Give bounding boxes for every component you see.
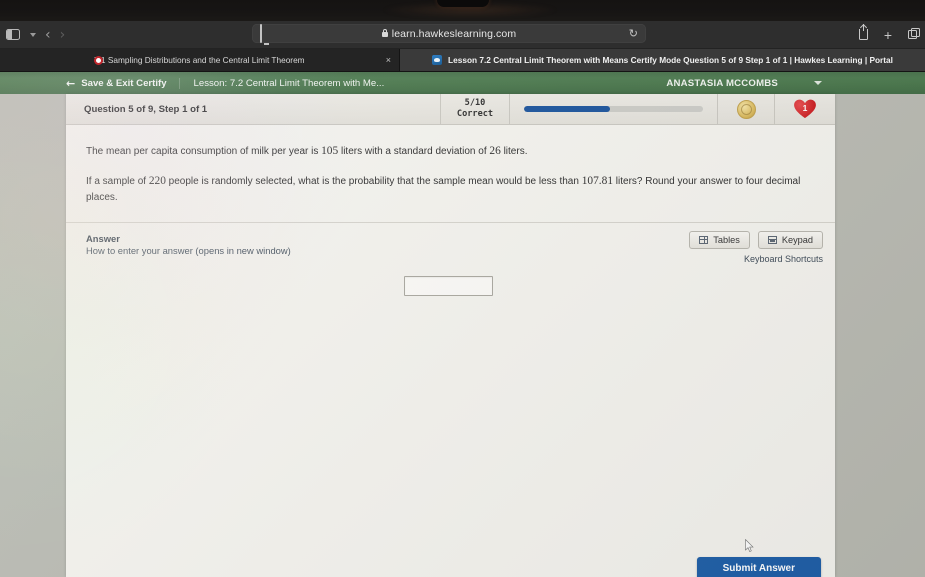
sd-value: 26: [489, 145, 501, 157]
footer-actions: Submit Answer: [66, 557, 835, 577]
tab-overview-icon[interactable]: [908, 27, 921, 39]
lesson-title: Lesson: 7.2 Central Limit Theorem with M…: [178, 77, 384, 89]
app-header: ← Save & Exit Certify Lesson: 7.2 Centra…: [0, 72, 925, 94]
back-button[interactable]: ‹: [45, 28, 51, 42]
close-icon[interactable]: ×: [386, 55, 391, 65]
chevron-down-icon: [814, 81, 822, 85]
score-label: Correct: [456, 109, 494, 119]
chevron-down-icon[interactable]: [30, 32, 36, 37]
progress-fill: [524, 106, 610, 112]
progress-track: [524, 106, 703, 112]
photo-of-laptop-screen: ‹ › learn.hawkeslearning.com ↻ + 7.1 Sam…: [0, 0, 925, 577]
user-menu[interactable]: ANASTASIA MCCOMBS: [666, 78, 822, 89]
lock-icon: [381, 28, 388, 37]
tab-title: 7.1 Sampling Distributions and the Centr…: [94, 55, 305, 65]
question-paragraph-1: The mean per capita consumption of milk …: [86, 143, 815, 161]
save-exit-certify-button[interactable]: ← Save & Exit Certify: [66, 78, 179, 89]
q1-mid: liters with a standard deviation of: [338, 146, 490, 157]
laptop-notch: [437, 0, 489, 7]
keypad-label: Keypad: [781, 234, 813, 245]
answer-input-area: [66, 256, 835, 316]
tab-central-limit-theorem[interactable]: Lesson 7.2 Central Limit Theorem with Me…: [400, 49, 925, 71]
reader-view-icon[interactable]: [260, 23, 262, 43]
safari-window: ‹ › learn.hawkeslearning.com ↻ + 7.1 Sam…: [0, 21, 925, 577]
coin-reward[interactable]: [718, 94, 775, 124]
question-paragraph-2: If a sample of 220 people is randomly se…: [86, 173, 815, 206]
favicon-icon: [432, 55, 443, 65]
question-status-bar: Question 5 of 9, Step 1 of 1 5/10 Correc…: [66, 94, 835, 125]
keypad-icon: [767, 235, 777, 244]
coin-icon: [736, 99, 756, 119]
arrow-left-icon: ←: [66, 76, 76, 90]
lesson-content-panel: Question 5 of 9, Step 1 of 1 5/10 Correc…: [66, 94, 835, 577]
save-exit-label: Save & Exit Certify: [81, 77, 167, 89]
q2-mid: people is randomly selected, what is the…: [165, 175, 582, 187]
submit-answer-button[interactable]: Submit Answer: [696, 557, 821, 577]
tab-strip: 7.1 Sampling Distributions and the Centr…: [0, 49, 925, 72]
progress-bar: [510, 94, 718, 124]
lives-count: 1: [802, 102, 808, 113]
tab-sampling-distributions[interactable]: 7.1 Sampling Distributions and the Centr…: [0, 49, 400, 71]
browser-toolbar: ‹ › learn.hawkeslearning.com ↻ +: [0, 21, 925, 49]
favicon-icon: [94, 55, 103, 65]
q1-pre: The mean per capita consumption of milk …: [86, 146, 322, 157]
forward-button[interactable]: ›: [60, 28, 66, 42]
threshold-value: 107.81: [581, 174, 614, 187]
sidebar-icon[interactable]: [6, 29, 20, 40]
address-bar[interactable]: learn.hawkeslearning.com ↻: [252, 23, 646, 43]
sample-size: 220: [148, 174, 166, 187]
score-value: 5/10: [464, 98, 486, 109]
answer-input[interactable]: [404, 275, 493, 296]
lives-indicator: 1: [775, 94, 835, 124]
score-indicator: 5/10 Correct: [441, 94, 510, 124]
web-page: ← Save & Exit Certify Lesson: 7.2 Centra…: [0, 72, 925, 577]
url-text: learn.hawkeslearning.com: [391, 27, 517, 40]
laptop-bezel: [0, 0, 925, 21]
new-tab-button[interactable]: +: [884, 28, 892, 42]
answer-section: Answer How to enter your answer (opens i…: [66, 223, 835, 264]
tables-button[interactable]: Tables: [689, 230, 750, 249]
tables-label: Tables: [713, 234, 740, 245]
user-name: ANASTASIA MCCOMBS: [666, 77, 778, 89]
q1-post: liters.: [500, 146, 528, 157]
share-icon[interactable]: [858, 24, 868, 40]
heart-icon: 1: [794, 99, 817, 119]
reload-icon[interactable]: ↻: [629, 27, 638, 40]
table-icon: [699, 235, 709, 244]
keypad-button[interactable]: Keypad: [757, 230, 823, 249]
tab-title: Lesson 7.2 Central Limit Theorem with Me…: [448, 55, 893, 65]
question-step-label: Question 5 of 9, Step 1 of 1: [66, 94, 441, 124]
mean-value: 105: [321, 145, 339, 157]
question-text: The mean per capita consumption of milk …: [66, 125, 835, 223]
q2-pre: If a sample of: [86, 175, 149, 187]
